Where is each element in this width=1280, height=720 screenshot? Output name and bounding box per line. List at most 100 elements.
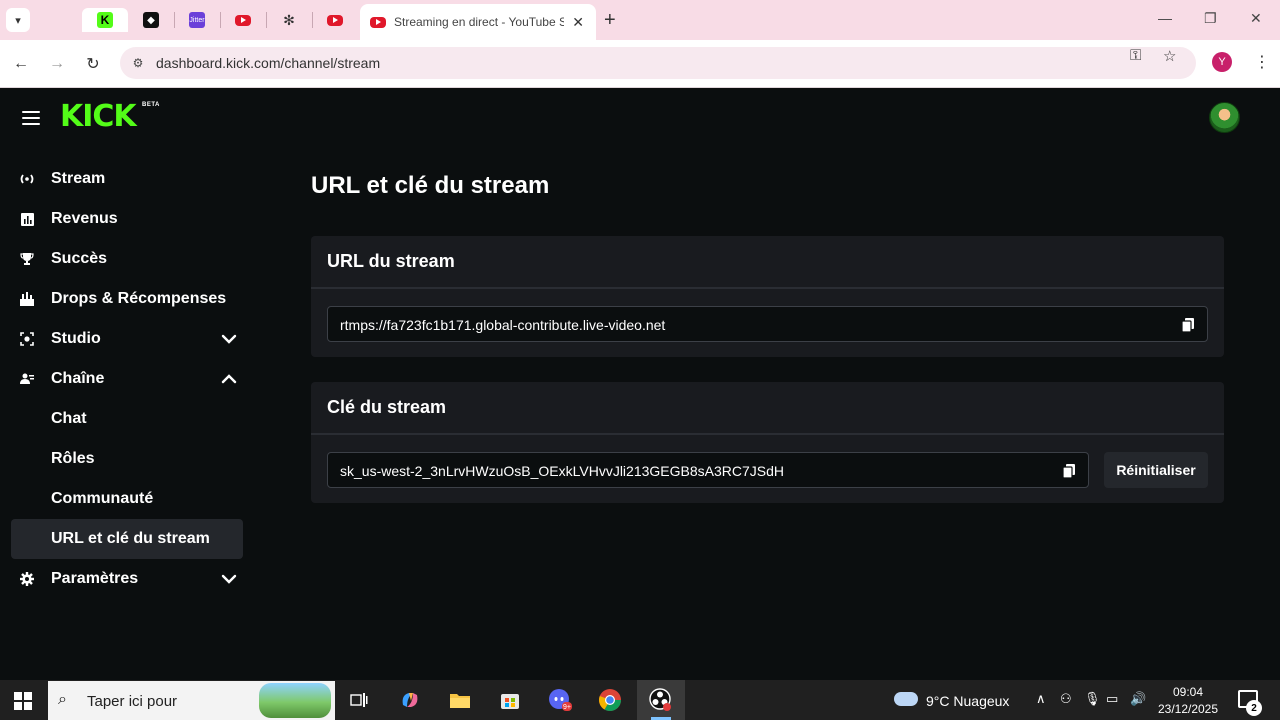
sidebar-item-label: Paramètres <box>51 570 139 587</box>
discord-badge-text: 9+ <box>563 704 571 711</box>
stream-key-field[interactable]: sk_us-west-2_3nLrvHWzuOsB_OExkLVHvvJli21… <box>327 452 1089 488</box>
stream-url-field[interactable]: rtmps://fa723fc1b171.global-contribute.l… <box>327 306 1208 342</box>
speaker-icon[interactable]: 🔊 <box>1130 691 1146 707</box>
sidebar-item-drops[interactable]: Drops & Récompenses <box>11 279 243 319</box>
notification-count-badge: 2 <box>1246 700 1262 716</box>
ai-icon: ✻ <box>283 11 295 28</box>
tab-ai[interactable]: ✻ <box>266 8 312 32</box>
bookmark-star-icon[interactable]: ☆ <box>1163 47 1176 65</box>
store-icon[interactable] <box>498 688 522 712</box>
sidebar-item-stream[interactable]: Stream <box>11 159 243 199</box>
browser-toolbar: ← → ↻ ⚙ dashboard.kick.com/channel/strea… <box>0 40 1280 88</box>
user-avatar[interactable] <box>1209 102 1240 133</box>
tab-kick[interactable]: K <box>82 8 128 32</box>
cloud-icon[interactable] <box>894 692 918 706</box>
meet-now-icon[interactable]: ⚇ <box>1060 691 1072 707</box>
youtube-icon <box>327 14 343 26</box>
menu-dots-icon[interactable]: ⋮ <box>1254 52 1270 72</box>
sidebar-item-roles[interactable]: Rôles <box>11 439 243 479</box>
page-title: URL et clé du stream <box>311 172 550 199</box>
stream-key-card: Clé du stream sk_us-west-2_3nLrvHWzuOsB_… <box>311 382 1224 503</box>
reload-icon[interactable]: ↻ <box>81 52 105 76</box>
stream-key-value[interactable]: sk_us-west-2_3nLrvHWzuOsB_OExkLVHvvJli21… <box>340 463 784 479</box>
sidebar-item-chat[interactable]: Chat <box>11 399 243 439</box>
profile-avatar[interactable]: Y <box>1212 52 1232 72</box>
file-explorer-icon[interactable] <box>448 688 472 712</box>
gem-icon: ◆ <box>143 12 159 28</box>
trophy-icon <box>19 251 35 267</box>
chevron-up-icon[interactable]: ∧ <box>1036 691 1046 707</box>
clock-time: 09:04 <box>1172 685 1204 699</box>
copy-icon[interactable] <box>1063 464 1075 478</box>
tab-gem[interactable]: ◆ <box>128 8 174 32</box>
stream-url-heading: URL du stream <box>311 236 1224 289</box>
windows-taskbar: ⌕ Taper ici pour 9+ 9°C Nuageux ∧ ⚇ 🎙 ▭ … <box>0 680 1280 720</box>
windows-start-icon[interactable] <box>14 692 32 710</box>
chevron-down-icon[interactable] <box>221 332 237 346</box>
sidebar-item-label: URL et clé du stream <box>51 530 210 547</box>
chrome-icon[interactable] <box>598 688 622 712</box>
back-icon[interactable]: ← <box>9 52 33 76</box>
beta-badge: BETA <box>142 102 160 108</box>
kick-logo[interactable]: KICK <box>60 100 137 134</box>
sidebar-item-label: Chat <box>51 410 87 427</box>
password-key-icon[interactable]: ⚿ <box>1130 47 1141 64</box>
microsoft-icon <box>51 12 67 28</box>
active-tab-title: Streaming en direct - YouTube Studio <box>394 15 564 29</box>
gear-icon <box>19 571 35 587</box>
taskbar-search[interactable]: ⌕ Taper ici pour <box>48 681 335 720</box>
forward-icon[interactable]: → <box>45 52 69 76</box>
sidebar-item-label: Studio <box>51 330 101 347</box>
copilot-icon[interactable] <box>398 688 422 712</box>
tab-youtube-2[interactable] <box>312 8 358 32</box>
jitter-icon: Jitter <box>189 12 205 28</box>
stream-url-value[interactable]: rtmps://fa723fc1b171.global-contribute.l… <box>340 317 665 333</box>
kick-dashboard: KICK BETA Stream Revenus Succès Drops & … <box>0 88 1280 680</box>
stream-key-heading: Clé du stream <box>311 382 1224 435</box>
reset-key-button[interactable]: Réinitialiser <box>1104 452 1208 488</box>
network-icon[interactable]: ▭ <box>1106 691 1118 707</box>
restore-icon[interactable]: ❐ <box>1204 10 1217 27</box>
copy-icon[interactable] <box>1182 318 1194 332</box>
sidebar-item-label: Rôles <box>51 450 95 467</box>
chevron-up-icon[interactable] <box>221 372 237 386</box>
tab-jitter[interactable]: Jitter <box>174 8 220 32</box>
url-text[interactable]: dashboard.kick.com/channel/stream <box>156 55 380 71</box>
browser-tab-bar: ▾ K ◆ Jitter ✻ Streaming en direct - You… <box>0 0 1280 40</box>
sidebar-item-parametres[interactable]: Paramètres <box>11 559 243 599</box>
task-view-icon[interactable] <box>347 688 371 712</box>
address-bar[interactable]: ⚙ dashboard.kick.com/channel/stream <box>120 47 1196 79</box>
search-highlight-image <box>259 683 331 718</box>
hamburger-menu-icon[interactable] <box>22 111 40 125</box>
sidebar-item-url-cle[interactable]: URL et clé du stream <box>11 519 243 559</box>
chevron-down-icon: ▾ <box>15 14 21 27</box>
sidebar-item-chaine[interactable]: Chaîne <box>11 359 243 399</box>
clock-date: 23/12/2025 <box>1157 702 1219 716</box>
sidebar-item-succes[interactable]: Succès <box>11 239 243 279</box>
kick-icon: K <box>97 12 113 28</box>
chevron-down-icon[interactable] <box>221 572 237 586</box>
sidebar-item-label: Stream <box>51 170 106 187</box>
broadcast-icon <box>19 171 35 187</box>
youtube-icon <box>235 14 251 26</box>
youtube-icon <box>370 16 386 28</box>
search-icon: ⌕ <box>58 691 67 708</box>
sidebar-item-communaute[interactable]: Communauté <box>11 479 243 519</box>
sidebar-item-revenus[interactable]: Revenus <box>11 199 243 239</box>
sidebar-item-label: Communauté <box>51 490 154 507</box>
tab-youtube[interactable] <box>220 8 266 32</box>
tab-list-button[interactable]: ▾ <box>6 8 30 32</box>
active-tab[interactable]: Streaming en direct - YouTube Studio ✕ <box>360 4 596 40</box>
obs-icon[interactable] <box>649 688 673 712</box>
sidebar-item-studio[interactable]: Studio <box>11 319 243 359</box>
close-tab-icon[interactable]: ✕ <box>572 14 584 31</box>
close-window-icon[interactable]: ✕ <box>1250 10 1262 27</box>
microphone-icon[interactable]: 🎙 <box>1084 691 1101 707</box>
discord-icon[interactable]: 9+ <box>548 688 572 712</box>
new-tab-icon[interactable]: + <box>604 8 616 32</box>
weather-text[interactable]: 9°C Nuageux <box>926 693 1009 709</box>
site-info-icon[interactable]: ⚙ <box>130 55 146 71</box>
minimize-icon[interactable]: — <box>1158 10 1172 26</box>
taskbar-clock[interactable]: 09:04 23/12/2025 <box>1150 684 1226 718</box>
tab-microsoft[interactable] <box>36 8 82 32</box>
